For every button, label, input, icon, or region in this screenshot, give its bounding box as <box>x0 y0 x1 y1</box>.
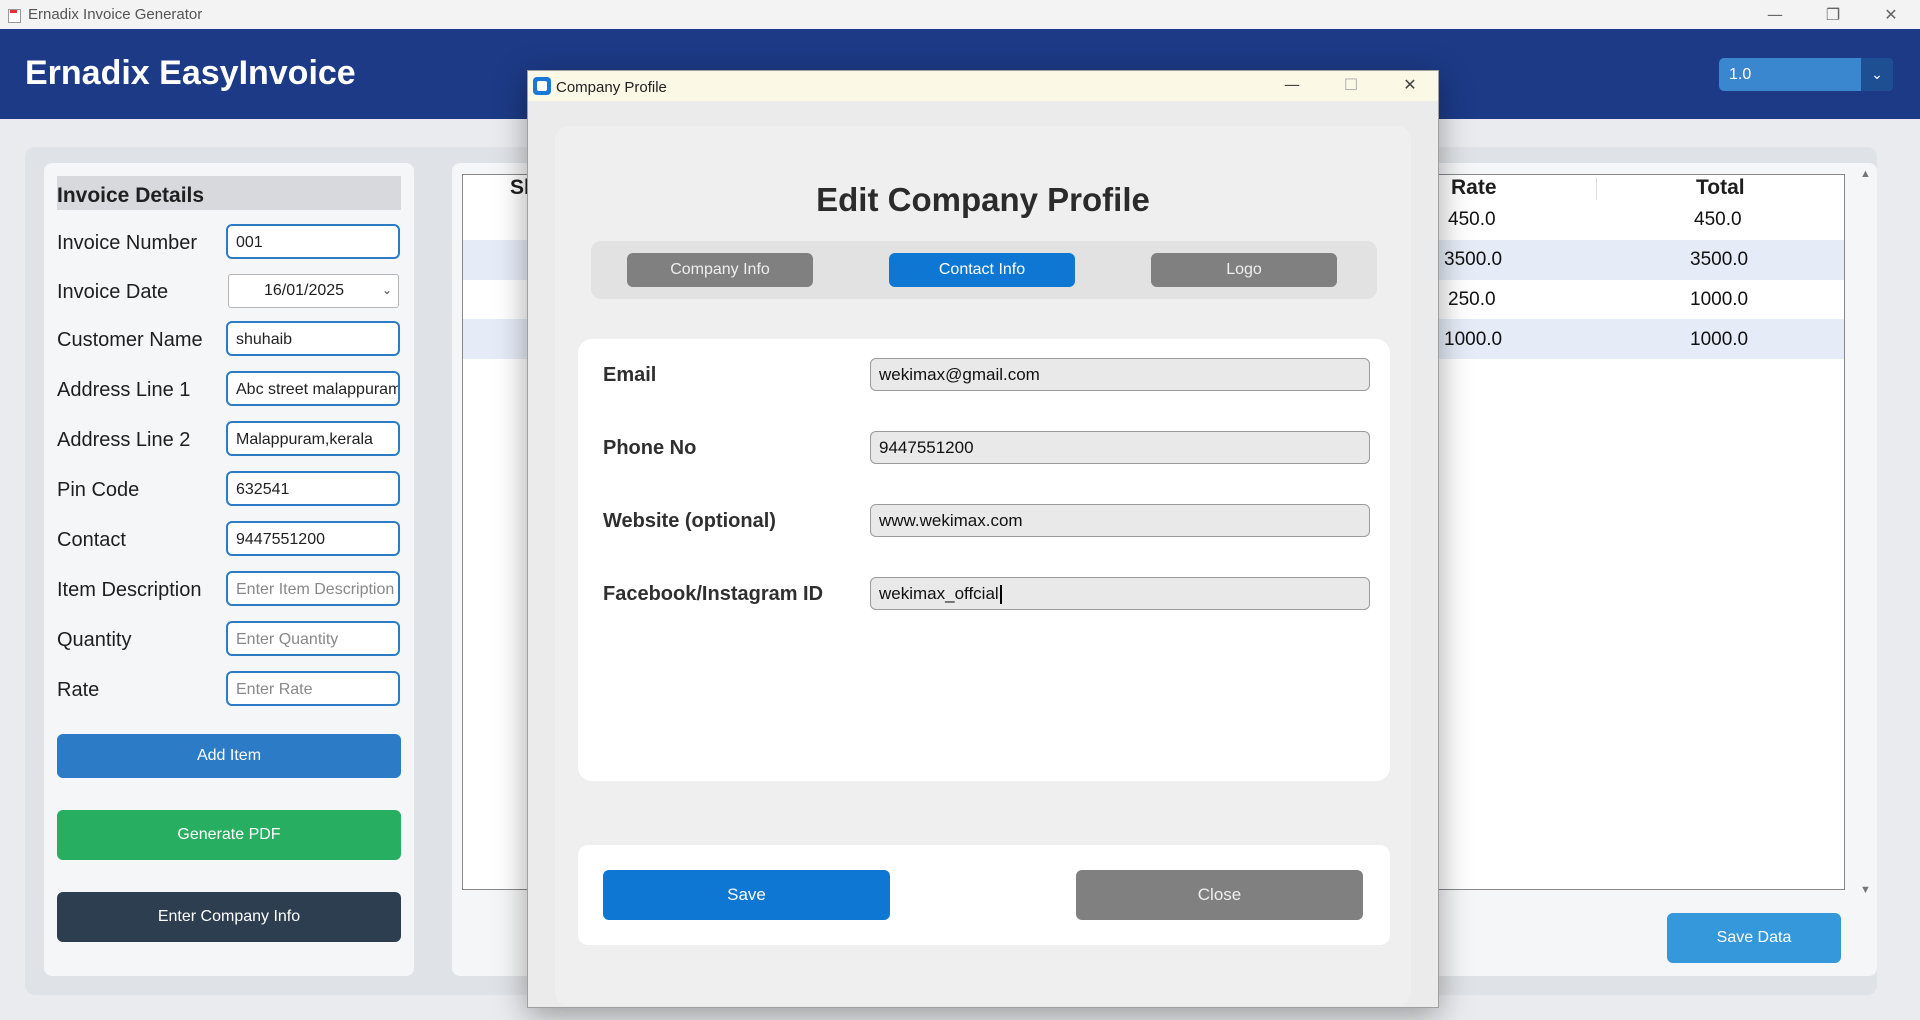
add-item-button[interactable]: Add Item <box>57 734 401 778</box>
scroll-up-arrow[interactable]: ▲ <box>1860 168 1871 180</box>
os-titlebar: Ernadix Invoice Generator — ❐ ✕ <box>0 0 1920 29</box>
invoice-date-value: 16/01/2025 <box>264 282 345 299</box>
email-label: Email <box>603 364 657 386</box>
tab-contact-info[interactable]: Contact Info <box>889 253 1075 287</box>
total-cell: 450.0 <box>1694 209 1742 230</box>
close-button[interactable]: Close <box>1076 870 1363 920</box>
email-input[interactable]: wekimax@gmail.com <box>870 358 1370 391</box>
column-header-total[interactable]: Total <box>1696 176 1745 200</box>
address-line-1-label: Address Line 1 <box>57 379 191 401</box>
brand-title: Ernadix EasyInvoice <box>25 54 356 92</box>
address-line-2-input[interactable]: Malappuram,kerala <box>226 421 400 456</box>
maximize-icon[interactable]: ☐ <box>1331 75 1371 97</box>
rate-cell: 450.0 <box>1448 209 1496 230</box>
invoice-number-label: Invoice Number <box>57 232 198 254</box>
rate-cell: 1000.0 <box>1444 329 1503 350</box>
chevron-down-icon[interactable]: ⌄ <box>1861 58 1893 91</box>
column-header-rate[interactable]: Rate <box>1451 176 1497 200</box>
version-dropdown[interactable]: 1.0 ⌄ <box>1719 58 1893 91</box>
phone-input[interactable]: 9447551200 <box>870 431 1370 464</box>
dialog-heading: Edit Company Profile <box>816 181 1150 218</box>
invoice-date-picker[interactable]: 16/01/2025 ⌄ <box>228 274 399 308</box>
app-icon <box>7 8 21 23</box>
quantity-input[interactable]: Enter Quantity <box>226 621 400 656</box>
minimize-icon[interactable]: — <box>1746 0 1804 29</box>
website-label: Website (optional) <box>603 510 776 532</box>
save-data-button[interactable]: Save Data <box>1667 913 1841 963</box>
dialog-title: Company Profile <box>556 79 667 96</box>
rate-cell: 3500.0 <box>1444 249 1503 270</box>
phone-label: Phone No <box>603 437 697 459</box>
social-id-value: wekimax_offcial <box>879 584 999 603</box>
company-profile-dialog: Company Profile — ☐ ✕ Edit Company Profi… <box>527 70 1439 1008</box>
address-line-1-input[interactable]: Abc street malappuram <box>226 371 400 406</box>
total-cell: 1000.0 <box>1690 289 1749 310</box>
version-value: 1.0 <box>1729 66 1752 83</box>
pin-code-label: Pin Code <box>57 479 140 501</box>
social-id-label: Facebook/Instagram ID <box>603 583 824 605</box>
window-title: Ernadix Invoice Generator <box>28 6 203 23</box>
save-button[interactable]: Save <box>603 870 890 920</box>
close-icon[interactable]: ✕ <box>1862 0 1920 29</box>
contact-input[interactable]: 9447551200 <box>226 521 400 556</box>
column-divider <box>1596 178 1597 200</box>
text-cursor <box>999 585 1002 605</box>
tab-company-info[interactable]: Company Info <box>627 253 813 287</box>
pin-code-input[interactable]: 632541 <box>226 471 400 506</box>
chevron-down-icon: ⌄ <box>381 283 392 297</box>
enter-company-info-button[interactable]: Enter Company Info <box>57 892 401 942</box>
total-cell: 1000.0 <box>1690 329 1749 350</box>
social-id-input[interactable]: wekimax_offcial <box>870 577 1370 610</box>
invoice-date-label: Invoice Date <box>57 281 169 303</box>
window-controls: — ❐ ✕ <box>1746 0 1920 29</box>
website-input[interactable]: www.wekimax.com <box>870 504 1370 537</box>
dialog-titlebar: Company Profile — ☐ ✕ <box>528 71 1438 101</box>
address-line-2-label: Address Line 2 <box>57 429 191 451</box>
scroll-down-arrow[interactable]: ▼ <box>1860 884 1871 896</box>
item-description-input[interactable]: Enter Item Description <box>226 571 400 606</box>
minimize-icon[interactable]: — <box>1272 75 1312 97</box>
generate-pdf-button[interactable]: Generate PDF <box>57 810 401 860</box>
contact-form-card: Email wekimax@gmail.com Phone No 9447551… <box>578 339 1390 781</box>
tab-logo[interactable]: Logo <box>1151 253 1337 287</box>
rate-input[interactable]: Enter Rate <box>226 671 400 706</box>
total-cell: 3500.0 <box>1690 249 1749 270</box>
quantity-label: Quantity <box>57 629 132 651</box>
restore-icon[interactable]: ❐ <box>1804 0 1862 29</box>
invoice-number-input[interactable]: 001 <box>226 224 400 259</box>
customer-name-input[interactable]: shuhaib <box>226 321 400 356</box>
customer-name-label: Customer Name <box>57 329 203 351</box>
item-description-label: Item Description <box>57 579 202 601</box>
invoice-details-title: Invoice Details <box>57 176 401 210</box>
dialog-app-icon <box>533 77 551 95</box>
close-icon[interactable]: ✕ <box>1390 75 1430 97</box>
rate-cell: 250.0 <box>1448 289 1496 310</box>
contact-label: Contact <box>57 529 126 551</box>
rate-label: Rate <box>57 679 100 701</box>
